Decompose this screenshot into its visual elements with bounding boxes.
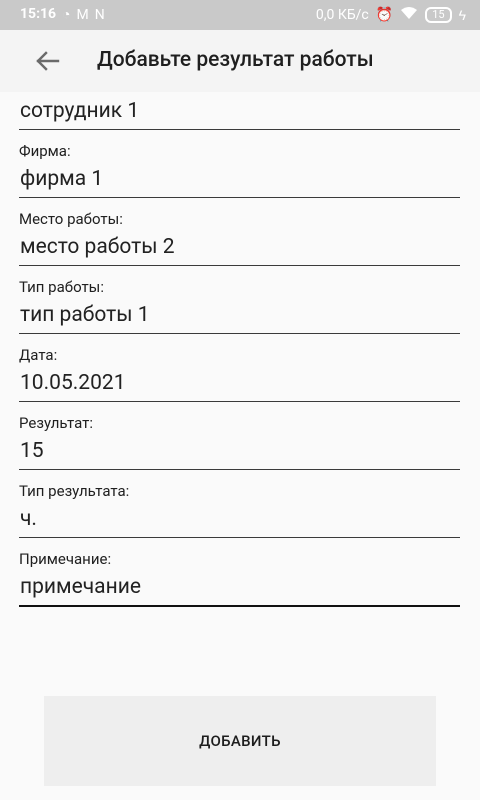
result-label: Результат:	[19, 414, 94, 432]
workplace-input[interactable]: место работы 2	[19, 230, 460, 266]
result-type-input[interactable]: ч.	[19, 502, 460, 538]
work-type-field: Тип работы: тип работы 1	[19, 276, 460, 334]
company-field: Фирма: фирма 1	[19, 140, 460, 198]
gmail-icon: M	[76, 7, 95, 23]
network-speed: 0,0 КБ/с	[315, 7, 369, 23]
wifi-icon	[400, 6, 418, 24]
page-title: Добавьте результат работы	[97, 48, 374, 72]
date-input[interactable]: 10.05.2021	[19, 366, 460, 402]
note-input[interactable]: примечание	[19, 570, 460, 607]
employee-field: сотрудник 1	[19, 94, 460, 130]
workplace-label: Место работы:	[19, 210, 123, 228]
company-input[interactable]: фирма 1	[19, 162, 460, 198]
n-icon: N	[94, 7, 111, 23]
result-type-label: Тип результата:	[19, 482, 130, 500]
date-field: Дата: 10.05.2021	[19, 344, 460, 402]
battery-icon: 15	[425, 7, 452, 23]
status-right: 0,0 КБ/с ⏰ 15 ϟ	[316, 6, 466, 24]
add-button[interactable]: ДОБАВИТЬ	[44, 696, 436, 786]
result-type-field: Тип результата: ч.	[19, 480, 460, 538]
arrow-left-icon[interactable]	[34, 48, 60, 74]
notification-icons: ◔MN	[62, 6, 111, 23]
employee-input[interactable]: сотрудник 1	[19, 94, 460, 130]
status-time: 15:16	[20, 6, 57, 22]
result-field: Результат: 15	[19, 412, 460, 470]
app-bar: Добавьте результат работы	[0, 30, 480, 92]
workplace-field: Место работы: место работы 2	[19, 208, 460, 266]
note-field: Примечание: примечание	[19, 548, 460, 607]
status-bar: 15:16 ◔MN 0,0 КБ/с ⏰ 15 ϟ	[0, 0, 480, 30]
result-input[interactable]: 15	[19, 434, 460, 470]
whatsapp-icon: ◔	[62, 7, 77, 23]
charging-icon: ϟ	[458, 7, 466, 24]
alarm-icon: ⏰	[375, 7, 394, 23]
work-type-input[interactable]: тип работы 1	[19, 298, 460, 334]
note-label: Примечание:	[19, 550, 112, 568]
date-label: Дата:	[19, 346, 58, 364]
result-form: сотрудник 1 Фирма: фирма 1 Место работы:…	[19, 92, 460, 607]
company-label: Фирма:	[19, 142, 71, 160]
work-type-label: Тип работы:	[19, 278, 104, 296]
